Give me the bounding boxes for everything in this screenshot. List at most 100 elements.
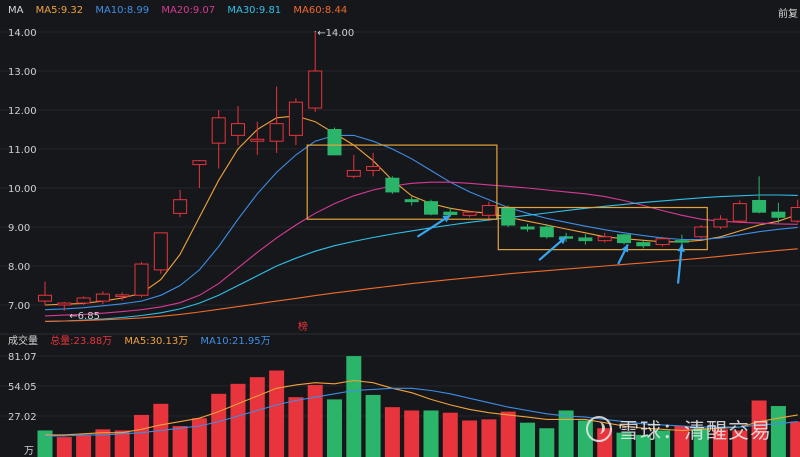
- candle-body: [790, 207, 800, 222]
- arrow-head: [677, 244, 686, 252]
- candle: [597, 232, 612, 243]
- ma5-legend: MA5:9.32: [35, 5, 84, 16]
- candle-body: [231, 123, 245, 136]
- candle: [790, 199, 800, 224]
- candle: [173, 189, 188, 218]
- candle-body: [481, 205, 496, 216]
- candle-body: [501, 207, 516, 226]
- candle-body: [211, 117, 226, 144]
- candle-body: [771, 211, 786, 218]
- candle: [578, 234, 593, 245]
- candle-body: [115, 294, 130, 297]
- ma30-legend: MA30:9.81: [227, 5, 282, 16]
- candle: [385, 176, 400, 194]
- candle: [231, 106, 245, 146]
- candle-body: [636, 242, 651, 247]
- annotation-arrow: [617, 244, 629, 265]
- candle-body: [153, 232, 168, 271]
- candle-body: [250, 138, 265, 142]
- annotation-arrow: [538, 235, 567, 261]
- volume-bar: [500, 411, 516, 457]
- volume-bar: [288, 397, 304, 457]
- candle: [308, 32, 323, 112]
- volume-y-axis: 81.07 54.05 27.02 万: [8, 352, 37, 457]
- candle-body: [385, 177, 400, 193]
- price-y-axis: 14.00 13.00 12.00 11.00 10.00 9.00 8.00 7.00: [8, 28, 37, 312]
- candle: [327, 127, 342, 156]
- candle-body: [134, 263, 149, 296]
- volume-bar: [462, 420, 478, 457]
- volume-unit-label: 万: [24, 446, 34, 457]
- candle-body: [95, 293, 110, 302]
- candle: [288, 98, 303, 146]
- volume-bar: [790, 421, 800, 457]
- volume-bar: [384, 407, 400, 457]
- candle-body: [655, 238, 670, 246]
- ma60-legend: MA60:8.44: [293, 5, 348, 16]
- candle: [501, 205, 516, 227]
- candle-body: [520, 226, 535, 230]
- candle-body: [192, 160, 207, 166]
- price-tick-label: 10.00: [8, 184, 37, 195]
- volume-bar: [539, 428, 555, 457]
- volume-bar: [191, 418, 207, 457]
- candle-body: [76, 297, 91, 304]
- candle: [424, 199, 438, 216]
- price-tick-label: 14.00: [8, 28, 37, 39]
- candle-body: [38, 294, 52, 302]
- candle: [655, 236, 670, 247]
- watermark: 雪球：清醒交易: [586, 415, 772, 445]
- ma10-line: [44, 134, 798, 311]
- candle: [95, 291, 110, 305]
- volume-bar: [423, 410, 439, 457]
- ma-legend-title[interactable]: MA: [8, 5, 23, 16]
- volume-bar: [249, 377, 265, 457]
- candle: [192, 159, 207, 188]
- annotation-arrow: [676, 244, 686, 284]
- volume-bar: [134, 414, 149, 457]
- candle-body: [578, 237, 593, 242]
- candle-body: [752, 199, 767, 213]
- candle-body: [539, 226, 554, 238]
- candle-body: [404, 199, 419, 203]
- ma-legend: MA MA5:9.32 MA10:8.99 MA20:9.07 MA30:9.8…: [8, 5, 356, 17]
- adjust-mode-button[interactable]: 前复: [778, 5, 798, 20]
- candle: [732, 200, 747, 224]
- candle-body: [173, 199, 188, 214]
- price-tick-label: 7.00: [8, 301, 30, 312]
- event-marker[interactable]: 榜: [298, 320, 308, 333]
- volume-bar: [770, 406, 786, 457]
- high-price-label: ←14.00: [317, 28, 354, 39]
- volume-bar: [346, 356, 362, 457]
- volume-bar: [76, 434, 92, 457]
- volume-bar: [481, 419, 497, 457]
- price-tick-label: 13.00: [8, 67, 37, 78]
- volume-bar: [404, 410, 420, 457]
- annotation-boxes: [306, 144, 708, 251]
- volume-legend: 成交量 总量:23.88万 MA5:30.13万 MA10:21.95万: [8, 336, 280, 348]
- volume-tick-label: 54.05: [8, 382, 37, 393]
- candle-body: [732, 203, 747, 222]
- volume-bar: [172, 426, 188, 457]
- volume-ma5-legend: MA5:30.13万: [124, 336, 189, 347]
- volume-bar: [327, 399, 342, 457]
- candle-body: [269, 123, 284, 142]
- candle-body: [327, 129, 342, 156]
- candle-body: [462, 211, 477, 216]
- stock-chart-svg: 14.00 13.00 12.00 11.00 10.00 9.00 8.00 7.00 ←1…: [0, 28, 800, 457]
- candle-body: [57, 302, 72, 306]
- candle-body: [443, 211, 458, 216]
- volume-bar: [56, 437, 72, 457]
- volume-legend-title[interactable]: 成交量: [8, 336, 38, 347]
- volume-tick-label: 81.07: [8, 352, 37, 363]
- volume-bar: [269, 370, 285, 457]
- watermark-text: 雪球：清醒交易: [618, 419, 772, 443]
- ma5-line: [44, 115, 798, 306]
- annotation-box: [306, 144, 498, 220]
- candle: [153, 232, 168, 274]
- ma10-legend: MA10:8.99: [95, 5, 150, 16]
- candle: [694, 225, 709, 239]
- candle: [520, 223, 535, 232]
- candle: [636, 240, 651, 249]
- volume-grid: [0, 355, 800, 417]
